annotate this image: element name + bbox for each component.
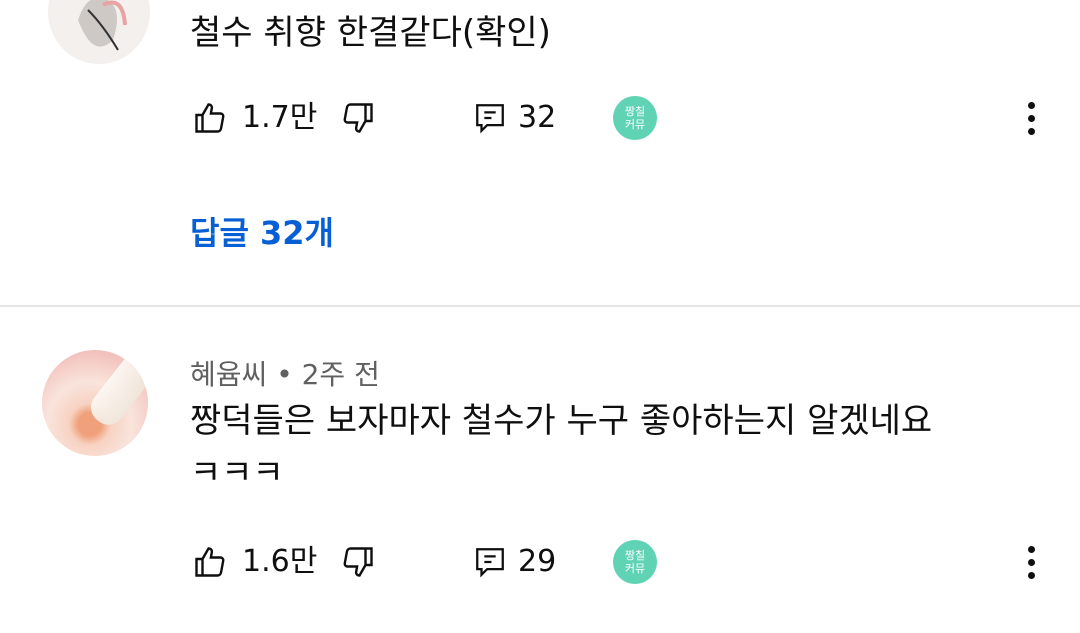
creator-heart-badge: 짱칠 커뮤 bbox=[613, 96, 657, 140]
thumbs-down-icon[interactable] bbox=[338, 542, 378, 582]
comment-text: 철수 취향 한결같다(확인) bbox=[190, 13, 551, 53]
like-count: 1.7만 bbox=[242, 100, 318, 135]
replies-button[interactable]: 답글 32개 bbox=[190, 208, 334, 258]
comment-divider bbox=[0, 305, 1080, 307]
more-vert-icon[interactable] bbox=[1016, 93, 1046, 143]
meta-separator: • bbox=[276, 358, 293, 391]
comment-avatar[interactable] bbox=[48, 0, 150, 64]
more-vert-icon[interactable] bbox=[1016, 537, 1046, 587]
creator-heart-badge: 짱칠 커뮤 bbox=[613, 540, 657, 584]
comment-time: 2주 전 bbox=[301, 358, 380, 391]
thumbs-up-icon[interactable] bbox=[190, 98, 230, 138]
comment-actions: 1.7만 32 짱칠 커뮤 bbox=[190, 93, 1050, 143]
thumbs-up-icon[interactable] bbox=[190, 542, 230, 582]
reply-icon[interactable] bbox=[470, 98, 510, 138]
comment-text-line2: ㅋㅋㅋ bbox=[190, 453, 284, 493]
reply-count: 29 bbox=[518, 544, 557, 579]
comment-meta: 혜윰씨 • 2주 전 bbox=[190, 353, 380, 393]
comment-text: 짱덕들은 보자마자 철수가 누구 좋아하는지 알겠네요 bbox=[190, 401, 933, 441]
like-count: 1.6만 bbox=[242, 544, 318, 579]
reply-count: 32 bbox=[518, 100, 557, 135]
comment-actions: 1.6만 29 짱칠 커뮤 bbox=[190, 537, 1050, 587]
comment-avatar[interactable] bbox=[42, 350, 148, 456]
thumbs-down-icon[interactable] bbox=[338, 98, 378, 138]
badge-text: 짱칠 커뮤 bbox=[624, 549, 646, 575]
reply-icon[interactable] bbox=[470, 542, 510, 582]
author-name[interactable]: 혜윰씨 bbox=[190, 358, 267, 391]
badge-text: 짱칠 커뮤 bbox=[624, 105, 646, 131]
